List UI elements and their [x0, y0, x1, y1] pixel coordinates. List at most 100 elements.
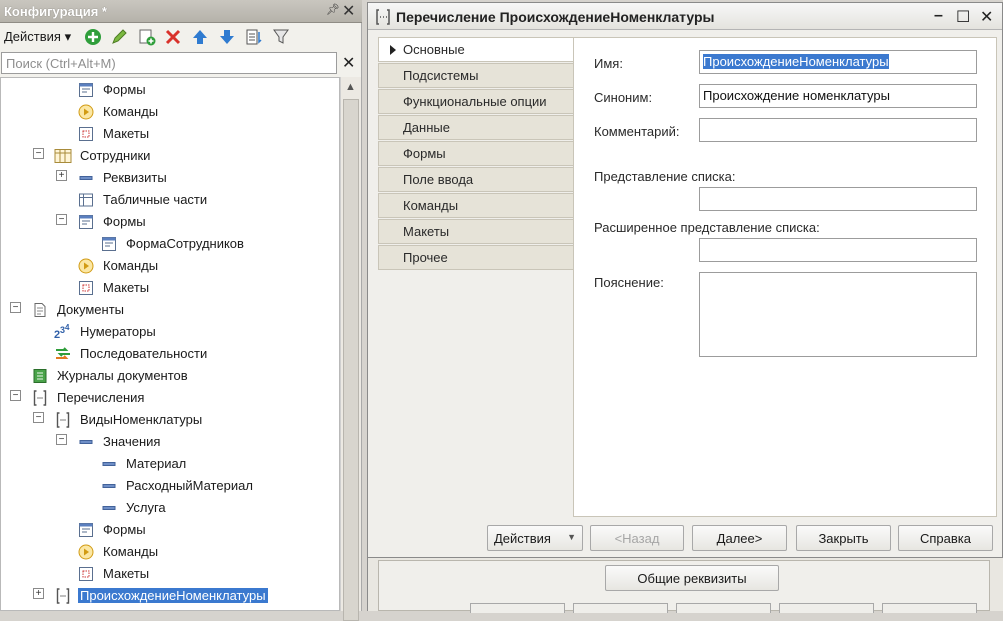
minimize-icon[interactable]: – — [934, 7, 943, 25]
move-up-icon[interactable] — [190, 27, 210, 47]
tree-item[interactable]: РасходныйМатериал — [1, 475, 339, 497]
synonym-field[interactable]: Происхождение номенклатуры — [699, 84, 977, 108]
sort-icon[interactable] — [244, 27, 264, 47]
name-label: Имя: — [594, 56, 623, 71]
list-presentation-label: Представление списка: — [594, 169, 736, 184]
tree-item-label: Материал — [126, 456, 187, 471]
form-icon — [100, 235, 118, 253]
tree-item-label: Макеты — [103, 566, 150, 581]
tree-scrollbar[interactable]: ▲ — [340, 77, 361, 621]
tree-item[interactable]: ФормаСотрудников — [1, 233, 339, 255]
tree-item[interactable]: Команды — [1, 541, 339, 563]
collapse-icon[interactable]: − — [33, 148, 44, 159]
template-icon — [77, 565, 95, 583]
tree-item[interactable]: − ВидыНоменклатуры — [1, 409, 339, 431]
tree-item[interactable]: − Формы — [1, 211, 339, 233]
catalog-icon — [54, 147, 72, 165]
maximize-icon[interactable]: ☐ — [956, 7, 970, 27]
general-attributes-button[interactable]: Общие реквизиты — [605, 565, 779, 591]
comment-field[interactable] — [699, 118, 977, 142]
add-icon[interactable] — [83, 27, 103, 47]
filter-icon[interactable] — [271, 27, 291, 47]
clear-search-icon[interactable]: ✕ — [342, 53, 355, 73]
search-input[interactable] — [1, 52, 337, 74]
tree-item-label: РасходныйМатериал — [126, 478, 253, 493]
tab-6[interactable]: Команды — [378, 193, 574, 218]
edit-icon[interactable] — [109, 27, 129, 47]
close-window-icon[interactable]: ✕ — [980, 7, 993, 27]
collapse-icon[interactable]: − — [56, 434, 67, 445]
tree-item-label: Перечисления — [57, 390, 145, 405]
tree-item[interactable]: − Перечисления — [1, 387, 339, 409]
comment-label: Комментарий: — [594, 124, 680, 139]
delete-icon[interactable] — [163, 27, 183, 47]
tab-label: Макеты — [403, 224, 450, 239]
tab-label: Основные — [403, 42, 465, 57]
collapse-icon[interactable]: − — [10, 302, 21, 313]
next-button[interactable]: Далее> — [692, 525, 787, 551]
main-properties-panel: Имя: ПроисхождениеНоменклатуры Синоним: … — [573, 37, 997, 517]
tree-item[interactable]: Последовательности — [1, 343, 339, 365]
collapse-icon[interactable]: − — [33, 412, 44, 423]
tree-item[interactable]: + ПроисхождениеНоменклатуры — [1, 585, 339, 607]
tree-item[interactable]: Услуга — [1, 497, 339, 519]
tab-1[interactable]: Подсистемы — [378, 63, 574, 88]
document-icon — [31, 301, 49, 319]
close-button[interactable]: Закрыть — [796, 525, 891, 551]
enum-icon — [54, 411, 72, 429]
attribute-icon — [77, 169, 95, 187]
tab-4[interactable]: Формы — [378, 141, 574, 166]
tree-item-label: ФормаСотрудников — [126, 236, 244, 251]
tree-item-label: Макеты — [103, 280, 150, 295]
tree-item-label: Формы — [103, 82, 146, 97]
name-field[interactable]: ПроисхождениеНоменклатуры — [699, 50, 977, 74]
tree-item[interactable]: − Значения — [1, 431, 339, 453]
tree-item[interactable]: − Документы — [1, 299, 339, 321]
tree-item[interactable]: Макеты — [1, 563, 339, 585]
back-button[interactable]: <Назад — [590, 525, 684, 551]
tree-item[interactable]: 2 3 4 Нумераторы — [1, 321, 339, 343]
extended-list-presentation-field[interactable] — [699, 238, 977, 262]
tab-8[interactable]: Прочее — [378, 245, 574, 270]
form-icon — [77, 213, 95, 231]
tree-item[interactable]: − Сотрудники — [1, 145, 339, 167]
underlying-button-stub — [573, 603, 668, 613]
tree-item-label: Команды — [103, 104, 159, 119]
close-icon[interactable]: ✕ — [342, 1, 355, 21]
form-icon — [77, 521, 95, 539]
wizard-button-bar: Действия ▼ <Назад Далее> Закрыть Справка — [368, 521, 1002, 557]
underlying-button-stub — [779, 603, 874, 613]
window-title-bar: Перечисление ПроисхождениеНоменклатуры –… — [368, 3, 1002, 30]
tree-item[interactable]: Журналы документов — [1, 365, 339, 387]
tab-2[interactable]: Функциональные опции — [378, 89, 574, 114]
tree-item[interactable]: Макеты — [1, 277, 339, 299]
tree-item[interactable]: Материал — [1, 453, 339, 475]
collapse-icon[interactable]: − — [10, 390, 21, 401]
tree-item[interactable]: Команды — [1, 255, 339, 277]
underlying-button-stub — [882, 603, 977, 613]
tree-item[interactable]: + Реквизиты — [1, 167, 339, 189]
actions-button[interactable]: Действия ▼ — [487, 525, 583, 551]
help-button[interactable]: Справка — [898, 525, 993, 551]
explanation-field[interactable] — [699, 272, 977, 357]
tree-item[interactable]: Команды — [1, 101, 339, 123]
tree-item-label: Значения — [103, 434, 161, 449]
tree-item[interactable]: Макеты — [1, 123, 339, 145]
collapse-icon[interactable]: − — [56, 214, 67, 225]
tree-item[interactable]: Формы — [1, 519, 339, 541]
tree-item[interactable]: Формы — [1, 79, 339, 101]
pin-icon[interactable]: 📌︎ — [326, 3, 340, 16]
tab-3[interactable]: Данные — [378, 115, 574, 140]
scrollbar-thumb[interactable] — [343, 99, 359, 621]
list-presentation-field[interactable] — [699, 187, 977, 211]
tab-7[interactable]: Макеты — [378, 219, 574, 244]
move-down-icon[interactable] — [217, 27, 237, 47]
tree-item[interactable]: Табличные части — [1, 189, 339, 211]
tab-5[interactable]: Поле ввода — [378, 167, 574, 192]
scroll-up-arrow-icon[interactable]: ▲ — [345, 81, 356, 93]
tab-0[interactable]: Основные — [378, 37, 574, 62]
expand-icon[interactable]: + — [56, 170, 67, 181]
actions-menu-button[interactable]: Действия ▾ — [4, 29, 71, 45]
add-copy-icon[interactable] — [137, 27, 157, 47]
expand-icon[interactable]: + — [33, 588, 44, 599]
